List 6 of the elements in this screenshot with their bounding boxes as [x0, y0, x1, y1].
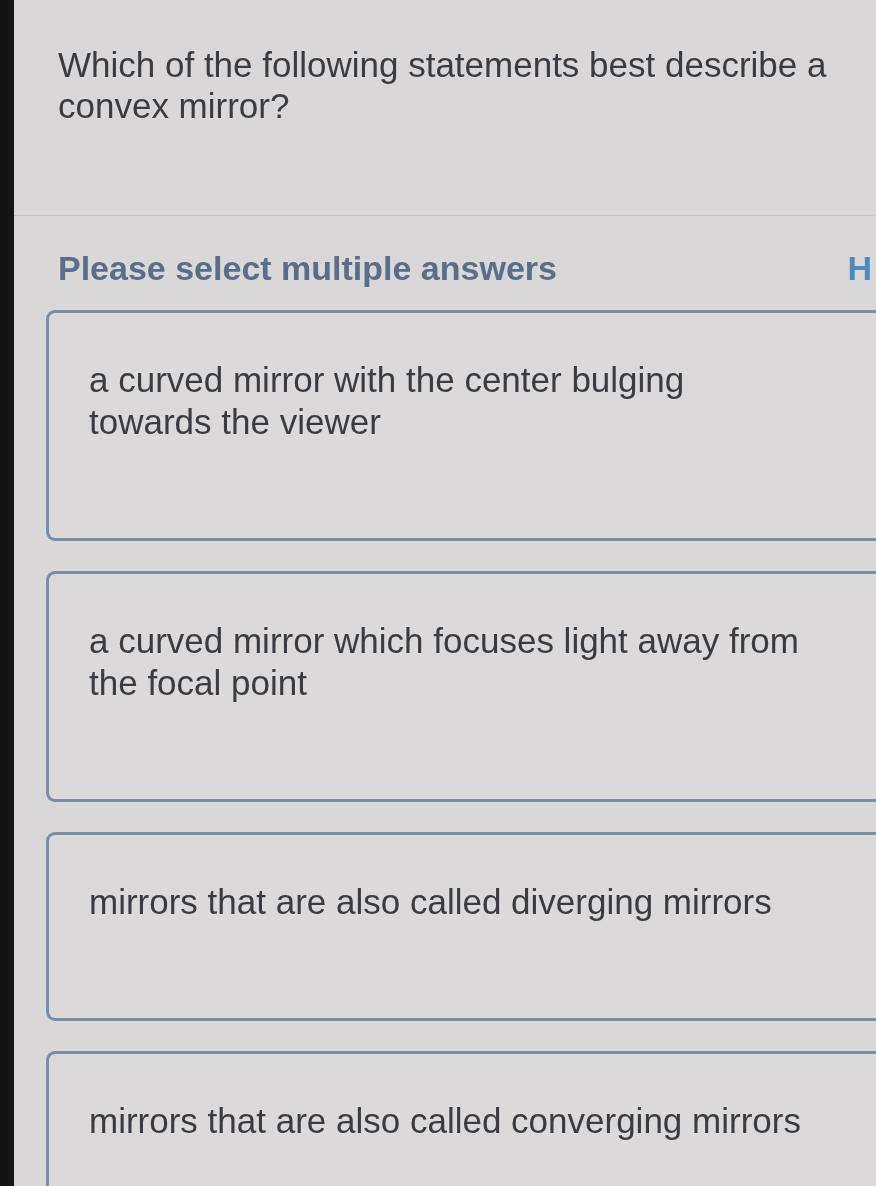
answer-option[interactable]: mirrors that are also called converging mirrors [46, 1051, 876, 1186]
answer-option[interactable]: mirrors that are also called diverging mirrors [46, 832, 876, 1021]
question-text: Which of the following statements best describe a convex mirror? [58, 44, 828, 126]
instruction-text: Please select multiple answers [58, 248, 557, 289]
answer-option[interactable]: a curved mirror with the center bulging towards the viewer [46, 310, 876, 541]
answer-option[interactable]: a curved mirror which focuses light away from the focal point [46, 571, 876, 802]
